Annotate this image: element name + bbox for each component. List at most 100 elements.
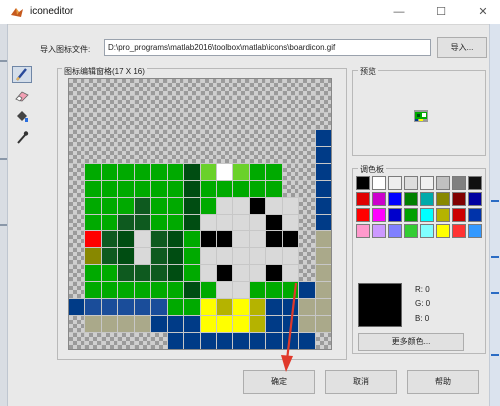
grid-cell[interactable] — [69, 299, 85, 316]
palette-swatch[interactable] — [388, 176, 402, 190]
grid-cell[interactable] — [101, 282, 118, 299]
grid-cell[interactable] — [299, 316, 315, 333]
grid-cell[interactable] — [184, 333, 200, 349]
grid-cell[interactable] — [315, 146, 331, 163]
grid-cell[interactable] — [134, 129, 151, 146]
grid-cell[interactable] — [101, 214, 118, 231]
grid-cell[interactable] — [266, 180, 282, 197]
grid-cell[interactable] — [216, 231, 233, 248]
eyedropper-tool[interactable] — [12, 129, 32, 146]
grid-cell[interactable] — [151, 79, 167, 95]
palette-swatch[interactable] — [468, 192, 482, 206]
grid-cell[interactable] — [249, 129, 266, 146]
grid-cell[interactable] — [151, 214, 167, 231]
grid-cell[interactable] — [315, 282, 331, 299]
grid-cell[interactable] — [184, 265, 200, 282]
grid-cell[interactable] — [249, 299, 266, 316]
grid-cell[interactable] — [134, 214, 151, 231]
pencil-tool[interactable] — [12, 66, 32, 83]
grid-cell[interactable] — [101, 146, 118, 163]
grid-cell[interactable] — [85, 231, 101, 248]
palette-swatch[interactable] — [372, 224, 386, 238]
grid-cell[interactable] — [134, 163, 151, 180]
grid-cell[interactable] — [151, 95, 167, 112]
palette-swatch[interactable] — [420, 192, 434, 206]
grid-cell[interactable] — [118, 146, 134, 163]
ok-button[interactable]: 确定 — [243, 370, 315, 394]
grid-cell[interactable] — [200, 180, 216, 197]
grid-cell[interactable] — [118, 180, 134, 197]
palette-swatch[interactable] — [420, 208, 434, 222]
cancel-button[interactable]: 取消 — [325, 370, 397, 394]
palette-swatch[interactable] — [404, 208, 418, 222]
grid-cell[interactable] — [69, 79, 85, 95]
grid-cell[interactable] — [134, 299, 151, 316]
palette-swatch[interactable] — [388, 224, 402, 238]
grid-cell[interactable] — [299, 146, 315, 163]
grid-cell[interactable] — [69, 231, 85, 248]
grid-cell[interactable] — [184, 79, 200, 95]
grid-cell[interactable] — [85, 299, 101, 316]
grid-cell[interactable] — [216, 248, 233, 265]
grid-cell[interactable] — [266, 299, 282, 316]
grid-cell[interactable] — [101, 231, 118, 248]
grid-cell[interactable] — [299, 248, 315, 265]
palette-swatch[interactable] — [452, 224, 466, 238]
grid-cell[interactable] — [134, 231, 151, 248]
palette-swatch[interactable] — [404, 224, 418, 238]
grid-cell[interactable] — [184, 163, 200, 180]
grid-cell[interactable] — [315, 129, 331, 146]
grid-cell[interactable] — [233, 79, 249, 95]
grid-cell[interactable] — [101, 95, 118, 112]
grid-cell[interactable] — [184, 282, 200, 299]
palette-swatch[interactable] — [388, 208, 402, 222]
grid-cell[interactable] — [266, 129, 282, 146]
grid-cell[interactable] — [184, 95, 200, 112]
grid-cell[interactable] — [315, 231, 331, 248]
grid-cell[interactable] — [299, 197, 315, 214]
grid-cell[interactable] — [118, 163, 134, 180]
grid-cell[interactable] — [282, 95, 299, 112]
grid-cell[interactable] — [69, 197, 85, 214]
grid-cell[interactable] — [85, 333, 101, 349]
grid-cell[interactable] — [151, 129, 167, 146]
grid-cell[interactable] — [101, 112, 118, 129]
grid-cell[interactable] — [85, 316, 101, 333]
grid-cell[interactable] — [299, 231, 315, 248]
grid-cell[interactable] — [299, 333, 315, 349]
grid-cell[interactable] — [118, 79, 134, 95]
grid-cell[interactable] — [151, 265, 167, 282]
grid-cell[interactable] — [282, 180, 299, 197]
close-button[interactable]: ✕ — [469, 2, 497, 22]
grid-cell[interactable] — [299, 129, 315, 146]
grid-cell[interactable] — [101, 248, 118, 265]
grid-cell[interactable] — [69, 112, 85, 129]
grid-cell[interactable] — [216, 79, 233, 95]
grid-cell[interactable] — [233, 112, 249, 129]
grid-cell[interactable] — [118, 129, 134, 146]
grid-cell[interactable] — [167, 282, 184, 299]
grid-cell[interactable] — [249, 79, 266, 95]
grid-cell[interactable] — [69, 316, 85, 333]
grid-cell[interactable] — [101, 129, 118, 146]
grid-cell[interactable] — [85, 146, 101, 163]
grid-cell[interactable] — [315, 180, 331, 197]
grid-cell[interactable] — [118, 333, 134, 349]
grid-cell[interactable] — [200, 95, 216, 112]
grid-cell[interactable] — [216, 214, 233, 231]
grid-cell[interactable] — [282, 316, 299, 333]
grid-cell[interactable] — [85, 197, 101, 214]
icon-pixel-grid[interactable] — [68, 78, 332, 350]
grid-cell[interactable] — [315, 95, 331, 112]
grid-cell[interactable] — [299, 112, 315, 129]
fill-tool[interactable] — [12, 108, 32, 125]
grid-cell[interactable] — [266, 146, 282, 163]
more-colors-button[interactable]: 更多颜色... — [358, 333, 464, 351]
grid-cell[interactable] — [315, 333, 331, 349]
grid-cell[interactable] — [233, 163, 249, 180]
grid-cell[interactable] — [134, 197, 151, 214]
palette-swatch[interactable] — [452, 192, 466, 206]
grid-cell[interactable] — [184, 146, 200, 163]
grid-cell[interactable] — [118, 248, 134, 265]
grid-cell[interactable] — [151, 146, 167, 163]
